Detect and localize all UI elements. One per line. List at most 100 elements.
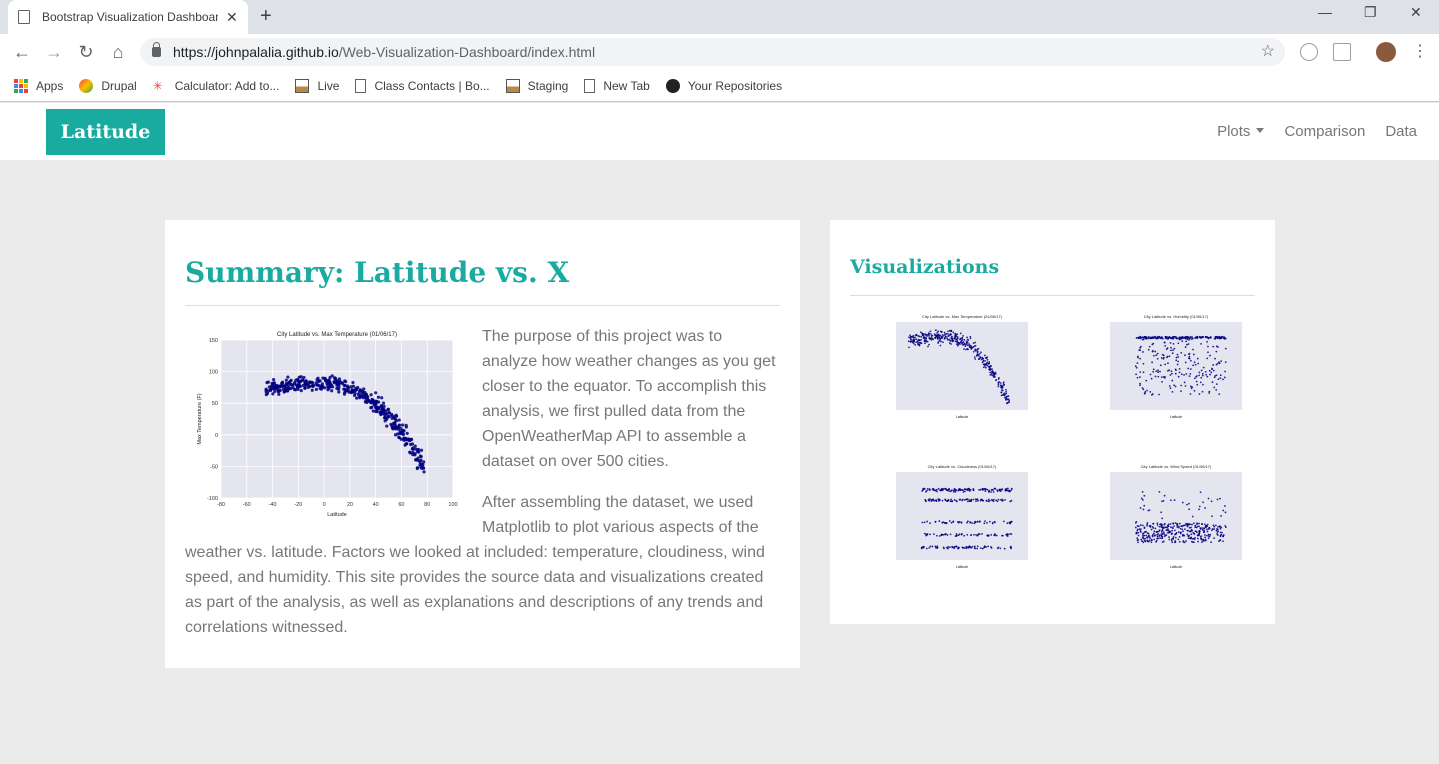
restore-icon[interactable]: ❐ [1364, 4, 1377, 21]
data-point [1000, 391, 1003, 394]
data-point [982, 366, 985, 369]
nav-comparison[interactable]: Comparison [1284, 123, 1365, 140]
data-point [981, 532, 983, 535]
thumb-wind-speed[interactable]: City Latitude vs. Wind Speed (01/06/17) L… [1084, 464, 1244, 574]
data-point [978, 520, 981, 523]
data-point [1182, 530, 1184, 533]
data-point [976, 350, 979, 353]
data-point [996, 547, 999, 550]
window-close-icon[interactable]: ✕ [1410, 4, 1422, 21]
data-point [405, 431, 409, 435]
bookmark-class-contacts[interactable]: Class Contacts | Bo... [355, 78, 490, 93]
bookmark-your-repositories[interactable]: Your Repositories [665, 78, 782, 93]
data-point [955, 535, 958, 537]
url-input[interactable]: https://johnpalalia.github.io/Web-Visual… [140, 38, 1285, 66]
data-point [1173, 525, 1175, 528]
data-point [1156, 357, 1159, 360]
minimize-icon[interactable]: — [1318, 4, 1332, 20]
data-point [354, 387, 358, 391]
nav-data[interactable]: Data [1385, 123, 1417, 140]
data-point [928, 343, 930, 346]
data-point [927, 499, 930, 501]
data-point [940, 534, 943, 537]
home-icon[interactable]: ⌂ [106, 40, 130, 64]
menu-kebab-icon[interactable]: ⋮ [1412, 41, 1428, 61]
forward-arrow-icon[interactable]: → [42, 40, 66, 64]
data-point [944, 335, 947, 338]
data-point [928, 546, 931, 549]
nav-plots-dropdown[interactable]: Plots [1217, 123, 1265, 140]
data-point [934, 336, 937, 339]
data-point [949, 333, 952, 336]
data-point [946, 488, 949, 491]
data-point [1156, 336, 1159, 338]
bookmark-staging[interactable]: Staging [505, 78, 568, 93]
data-point [1156, 352, 1159, 355]
data-point [931, 488, 934, 490]
data-point [317, 379, 321, 383]
data-point [1160, 336, 1163, 339]
data-point [1150, 541, 1153, 544]
new-tab-icon[interactable]: + [260, 5, 272, 28]
data-point [1002, 520, 1005, 523]
extension-v-icon[interactable] [1300, 43, 1318, 61]
data-point [994, 534, 996, 537]
thumb-humidity[interactable]: City Latitude vs. Humidity (01/06/17) Lat… [1084, 314, 1244, 424]
data-point [977, 500, 979, 502]
data-point [1180, 373, 1183, 376]
data-point [1200, 535, 1203, 538]
max-temperature-plot[interactable]: -80 -60 -40 -20 0 20 40 60 80 100 -100 -50 0 50 100 150… [185, 324, 465, 520]
data-point [298, 384, 302, 389]
reload-icon[interactable]: ↻ [74, 40, 98, 64]
data-point [1172, 522, 1174, 525]
close-icon[interactable]: ✕ [226, 9, 238, 26]
extension-grid-icon[interactable] [1333, 43, 1351, 61]
data-point [975, 500, 977, 503]
data-point [1153, 530, 1156, 533]
data-point [1200, 537, 1203, 540]
bookmark-drupal[interactable]: Drupal [79, 78, 137, 93]
x-axis-label: Latitude [956, 415, 969, 419]
data-point [1190, 533, 1193, 536]
data-point [934, 329, 937, 332]
data-point [1177, 360, 1180, 363]
thumb-humidity-scatter: City Latitude vs. Humidity (01/06/17) Lat… [1110, 314, 1242, 419]
bookmark-live[interactable]: Live [295, 78, 339, 93]
data-point [1222, 378, 1224, 381]
bookmark-calculator[interactable]: ✳ Calculator: Add to... [153, 79, 280, 93]
bookmark-star-icon[interactable]: ☆ [1261, 41, 1275, 61]
data-point [1151, 535, 1154, 538]
thumb-max-temperature[interactable]: City Latitude vs. Max Temperature (01/06… [870, 314, 1030, 424]
data-point [1135, 366, 1138, 369]
data-point [924, 499, 927, 502]
data-point [1157, 369, 1159, 372]
data-point [958, 533, 961, 536]
back-arrow-icon[interactable]: ← [10, 40, 34, 64]
browser-tab[interactable]: Bootstrap Visualization Dashboard ✕ [8, 0, 248, 34]
data-point [1166, 526, 1169, 529]
data-point [1219, 535, 1222, 538]
data-point [935, 499, 937, 502]
data-point [1224, 370, 1226, 373]
profile-avatar[interactable] [1376, 42, 1396, 62]
data-point [932, 338, 934, 341]
data-point [1152, 522, 1154, 525]
bookmark-new-tab[interactable]: New Tab [584, 78, 650, 93]
data-point [1180, 390, 1182, 393]
data-point [997, 385, 1000, 388]
data-point [397, 418, 401, 422]
calculator-icon: ✳ [152, 78, 163, 93]
data-point [1164, 526, 1167, 529]
bookmark-apps[interactable]: Apps [14, 78, 63, 93]
data-point [964, 345, 967, 348]
chart-title: City Latitude vs. Max Temperature (01/06… [277, 332, 397, 338]
data-point [1188, 508, 1191, 511]
data-point [1176, 363, 1179, 366]
data-point [1198, 529, 1201, 532]
data-point [416, 448, 420, 452]
caret-down-icon [1256, 127, 1265, 133]
thumb-cloudiness[interactable]: City Latitude vs. Cloudiness (01/06/17) L… [870, 464, 1030, 574]
data-point [1165, 336, 1167, 339]
brand-logo[interactable]: Latitude [46, 109, 165, 155]
data-point [286, 375, 290, 379]
